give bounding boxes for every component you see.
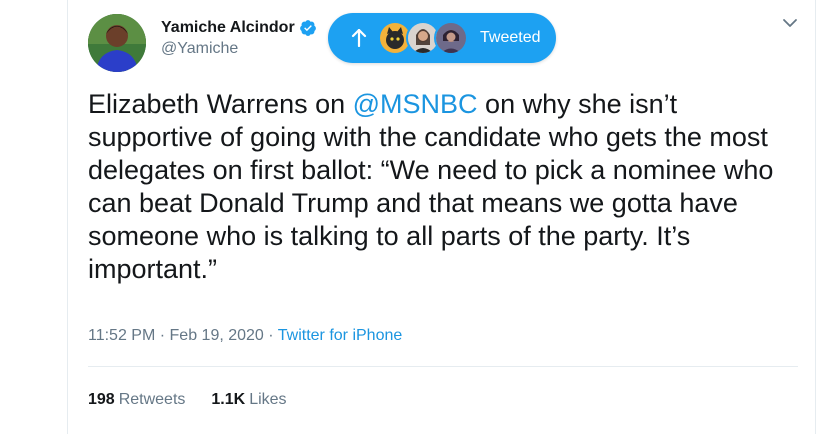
tweet-text-part: Elizabeth Warrens on — [88, 89, 353, 119]
likes-label: Likes — [249, 391, 287, 408]
tweet-time[interactable]: 11:52 PM — [88, 327, 155, 344]
tweet-stats: 198 Retweets 1.1K Likes — [88, 391, 287, 409]
retweets-stat[interactable]: 198 Retweets — [88, 391, 185, 409]
likes-count: 1.1K — [211, 391, 246, 408]
banner-label: Tweeted — [480, 29, 541, 46]
author-display-name[interactable]: Yamiche Alcindor — [161, 19, 295, 37]
retweets-label: Retweets — [118, 391, 186, 408]
banner-avatars — [378, 21, 468, 55]
tweet-metadata: 11:52 PM · Feb 19, 2020 · Twitter for iP… — [88, 327, 402, 345]
up-arrow-icon — [344, 23, 374, 53]
tweet-page: Yamiche Alcindor @Yamiche Tweeted Elizab… — [0, 0, 833, 434]
retweets-count: 198 — [88, 391, 115, 408]
author-avatar[interactable] — [88, 14, 146, 72]
divider — [88, 366, 798, 367]
timeline-left-border — [67, 0, 68, 434]
likes-stat[interactable]: 1.1K Likes — [211, 391, 286, 409]
mention-link[interactable]: @MSNBC — [353, 89, 478, 119]
verified-badge-icon — [299, 19, 317, 37]
author-info: Yamiche Alcindor @Yamiche — [161, 19, 317, 58]
author-name-row: Yamiche Alcindor — [161, 19, 317, 37]
meta-separator: · — [159, 327, 166, 344]
meta-separator: · — [268, 327, 274, 344]
chevron-down-icon[interactable] — [781, 14, 799, 32]
new-tweets-banner[interactable]: Tweeted — [328, 13, 556, 63]
tweet-text: Elizabeth Warrens on @MSNBC on why she i… — [88, 88, 800, 286]
banner-avatar — [434, 21, 468, 55]
author-handle[interactable]: @Yamiche — [161, 40, 317, 58]
timeline-right-border — [815, 0, 816, 434]
avatar-image — [88, 14, 146, 72]
tweet-source-link[interactable]: Twitter for iPhone — [278, 327, 403, 344]
tweet-date[interactable]: Feb 19, 2020 — [170, 327, 264, 344]
